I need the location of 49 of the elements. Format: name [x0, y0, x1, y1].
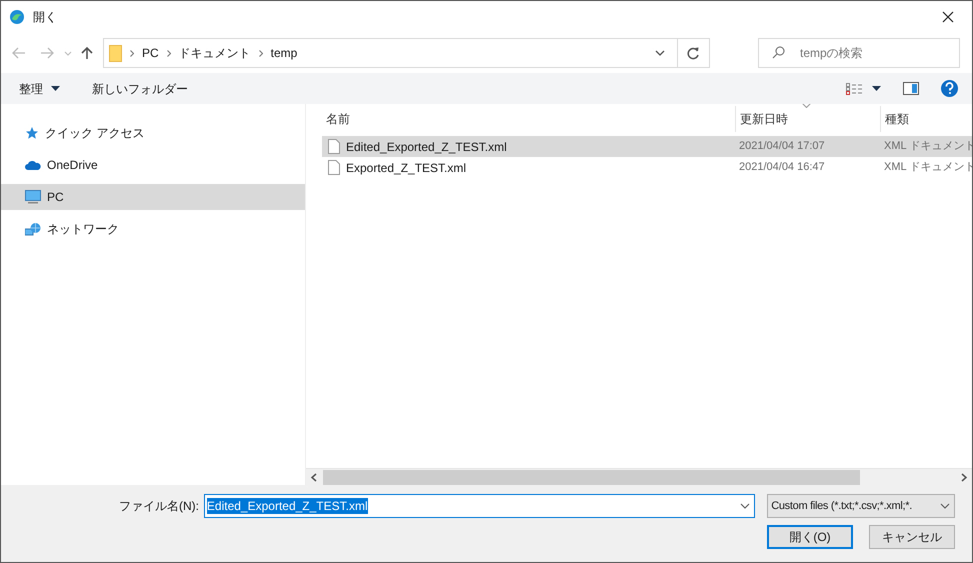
chevron-right-icon	[130, 50, 134, 56]
network-icon	[25, 222, 41, 236]
file-name-label: ファイル名(N):	[119, 498, 200, 515]
chevron-down-icon	[740, 503, 750, 509]
folder-icon	[109, 44, 122, 62]
search-icon	[772, 46, 785, 59]
search-field[interactable]: tempの検索	[758, 38, 960, 68]
close-icon[interactable]	[942, 11, 954, 23]
address-bar[interactable]: PC ドキュメント temp	[103, 38, 710, 68]
column-header[interactable]: 名前	[322, 106, 735, 132]
window-title: 開く	[33, 9, 57, 26]
column-header[interactable]: 更新日時	[735, 106, 880, 132]
file-type-dropdown[interactable]: Custom files (*.txt;*.csv;*.xml;*.	[767, 494, 955, 518]
cloud-icon	[25, 160, 41, 170]
file-name-field[interactable]: Edited_Exported_Z_TEST.xml	[204, 494, 756, 518]
help-icon[interactable]	[941, 80, 958, 97]
dropdown-triangle-icon[interactable]	[872, 86, 881, 91]
file-name: Edited_Exported_Z_TEST.xml	[346, 138, 507, 156]
details-view-icon[interactable]	[846, 82, 862, 94]
dropdown-triangle-icon	[51, 86, 60, 91]
sidebar-item[interactable]: ネットワーク	[1, 216, 305, 242]
document-icon	[328, 139, 340, 154]
organize-menu[interactable]: 整理	[13, 76, 66, 102]
modified-date: 2021/04/04 16:47	[738, 160, 826, 176]
breadcrumb[interactable]: ドキュメント	[178, 44, 251, 62]
preview-pane-icon[interactable]	[903, 82, 919, 95]
chevron-down-icon[interactable]	[655, 50, 665, 56]
sidebar-item[interactable]: クイック アクセス	[1, 120, 305, 146]
sort-indicator-icon	[802, 104, 811, 108]
breadcrumb[interactable]: PC	[142, 44, 159, 62]
sidebar-item[interactable]: OneDrive	[1, 152, 305, 178]
up-arrow-icon[interactable]	[81, 46, 93, 60]
modified-date: 2021/04/04 17:07	[738, 139, 826, 154]
scrollbar-thumb[interactable]	[323, 470, 860, 484]
open-button[interactable]: 開く(O)	[767, 525, 853, 549]
breadcrumb[interactable]: temp	[270, 44, 298, 62]
sidebar-item[interactable]: PC	[1, 184, 305, 210]
document-icon	[328, 160, 340, 175]
star-icon	[25, 126, 39, 140]
chevron-down-icon	[940, 503, 950, 509]
app-icon	[9, 9, 25, 25]
chevron-right-icon	[166, 50, 171, 56]
chevron-right-icon	[258, 50, 263, 56]
column-header[interactable]: 種類	[880, 106, 972, 132]
cancel-button[interactable]: キャンセル	[869, 525, 955, 549]
monitor-icon	[25, 190, 41, 204]
new-folder-button[interactable]: 新しいフォルダー	[86, 76, 194, 102]
refresh-icon[interactable]	[687, 46, 700, 60]
file-name: Exported_Z_TEST.xml	[346, 160, 466, 176]
